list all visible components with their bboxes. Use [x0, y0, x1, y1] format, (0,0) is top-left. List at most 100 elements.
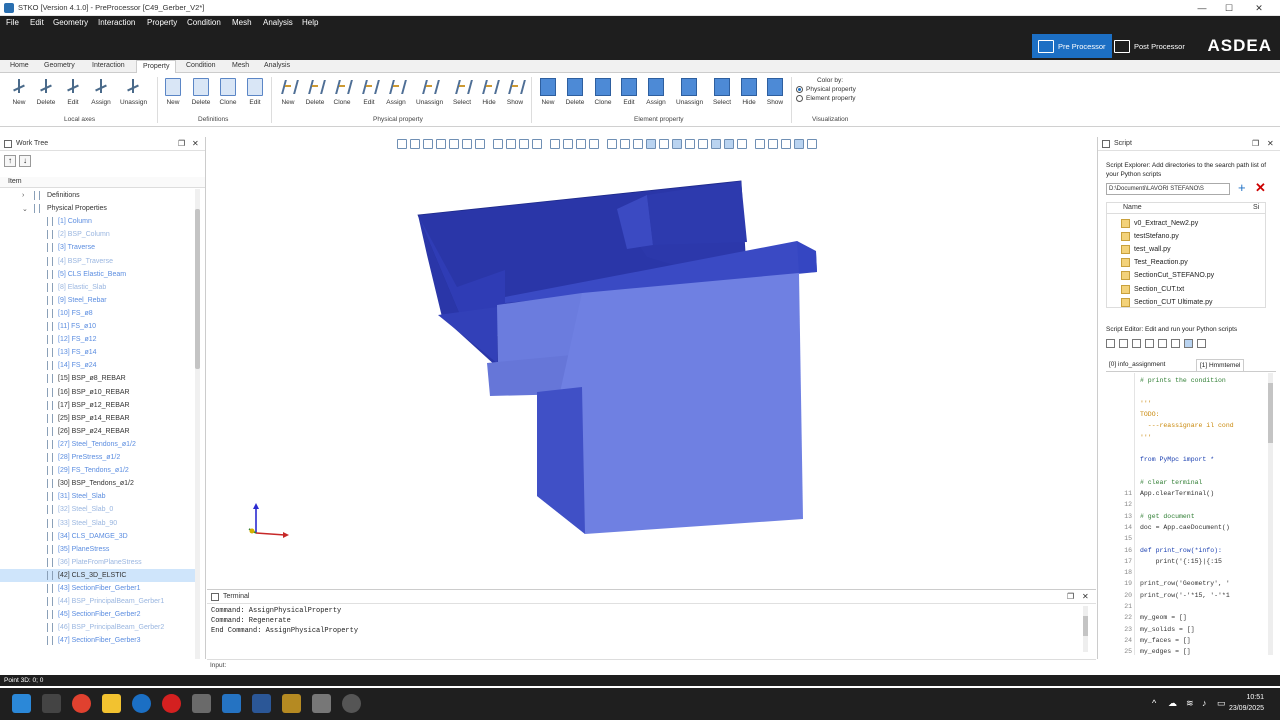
size-column-header[interactable]: Si — [1253, 204, 1259, 211]
tree-item[interactable]: ⌄ Physical Properties — [0, 202, 196, 215]
stko-task-icon[interactable] — [222, 694, 241, 713]
open-file-icon[interactable] — [1119, 339, 1128, 348]
tree-item[interactable]: [43] SectionFiber_Gerber1 — [0, 582, 196, 595]
close-button[interactable]: ✕ — [1252, 2, 1266, 14]
definitions-edit-button[interactable]: Edit — [242, 78, 268, 106]
physical-assign-button[interactable]: Assign — [383, 78, 409, 106]
tree-item[interactable]: [35] PlaneStress — [0, 543, 196, 556]
file-list-item[interactable]: testStefano.py — [1121, 230, 1179, 242]
local-axes-delete-button[interactable]: Delete — [33, 78, 59, 106]
float-icon[interactable]: ❐ — [1067, 592, 1074, 601]
tree-item[interactable]: [9] Steel_Rebar — [0, 294, 196, 307]
menu-mesh[interactable]: Mesh — [232, 18, 252, 27]
tab-mesh[interactable]: Mesh — [226, 62, 255, 69]
solid-model[interactable] — [417, 180, 817, 534]
tree-item[interactable]: [12] FS_ø12 — [0, 333, 196, 346]
tree-item[interactable]: [11] FS_ø10 — [0, 320, 196, 333]
save-icon[interactable] — [1132, 339, 1141, 348]
pre-processor-button[interactable]: Pre Processor — [1032, 34, 1112, 58]
color-by-element-radio[interactable]: Element property — [796, 95, 864, 102]
tab-geometry[interactable]: Geometry — [38, 62, 81, 69]
tree-item[interactable]: [30] BSP_Tendons_ø1/2 — [0, 477, 196, 490]
physical-clone-button[interactable]: Clone — [329, 78, 355, 106]
tree-item[interactable]: [2] BSP_Column — [0, 228, 196, 241]
tab-analysis[interactable]: Analysis — [258, 62, 296, 69]
menu-property[interactable]: Property — [147, 18, 177, 27]
remove-path-button[interactable]: ✕ — [1255, 181, 1266, 194]
new-file-icon[interactable] — [1106, 339, 1115, 348]
tree-item[interactable]: [25] BSP_ø14_REBAR — [0, 412, 196, 425]
move-up-icon[interactable]: ↑ — [4, 155, 16, 167]
tree-item[interactable]: [17] BSP_ø12_REBAR — [0, 399, 196, 412]
editor-tab[interactable]: [0] info_assignment — [1106, 361, 1168, 368]
cloud-icon[interactable]: ☁ — [1168, 698, 1177, 709]
menu-help[interactable]: Help — [302, 18, 318, 27]
tab-home[interactable]: Home — [4, 62, 35, 69]
tree-item[interactable]: [31] Steel_Slab — [0, 490, 196, 503]
close-icon[interactable]: ✕ — [1082, 592, 1089, 601]
definitions-delete-button[interactable]: Delete — [188, 78, 214, 106]
element-delete-button[interactable]: Delete — [562, 78, 588, 106]
minimize-button[interactable]: — — [1195, 2, 1209, 14]
tree-item[interactable]: [27] Steel_Tendons_ø1/2 — [0, 438, 196, 451]
chevron-down-icon[interactable]: ⌄ — [22, 205, 28, 213]
element-new-button[interactable]: New — [535, 78, 561, 106]
tree-item[interactable]: [13] FS_ø14 — [0, 346, 196, 359]
file-list-item[interactable]: v0_Extract_New2.py — [1121, 217, 1198, 229]
notes-icon[interactable] — [282, 694, 301, 713]
file-list-item[interactable]: Test_Reaction.py — [1121, 257, 1188, 269]
element-select-button[interactable]: Select — [709, 78, 735, 106]
add-path-button[interactable]: + — [1238, 181, 1246, 194]
terminal-input[interactable]: Input: — [207, 659, 1096, 670]
tab-condition[interactable]: Condition — [180, 62, 222, 69]
file-list-item[interactable]: Section_CUT Ultimate.py — [1121, 296, 1212, 307]
word-icon[interactable] — [252, 694, 271, 713]
app-task-icon[interactable] — [312, 694, 331, 713]
tree-item[interactable]: [3] Traverse — [0, 241, 196, 254]
element-unassign-button[interactable]: Unassign — [676, 78, 703, 106]
element-show-button[interactable]: Show — [762, 78, 788, 106]
local-axes-new-button[interactable]: New — [6, 78, 32, 106]
terminal-scrollbar[interactable] — [1083, 606, 1088, 652]
tray-chevron-icon[interactable]: ^ — [1152, 698, 1156, 708]
name-column-header[interactable]: Name — [1123, 204, 1142, 211]
float-icon[interactable]: ❐ — [178, 139, 185, 148]
menu-condition[interactable]: Condition — [187, 18, 221, 27]
explorer-icon[interactable] — [102, 694, 121, 713]
steam-icon[interactable] — [342, 694, 361, 713]
tree-item[interactable]: [32] Steel_Slab_0 — [0, 503, 196, 516]
element-assign-button[interactable]: Assign — [643, 78, 669, 106]
local-axes-assign-button[interactable]: Assign — [88, 78, 114, 106]
definitions-new-button[interactable]: New — [160, 78, 186, 106]
file-list-item[interactable]: SectionCut_STEFANO.py — [1121, 270, 1214, 282]
snip-icon[interactable] — [192, 694, 211, 713]
tree-item[interactable]: [26] BSP_ø24_REBAR — [0, 425, 196, 438]
script-path-select[interactable]: D:\Documenti\LAVORI STEFANO\S — [1106, 183, 1230, 195]
tree-item[interactable]: [47] SectionFiber_Gerber3 — [0, 634, 196, 647]
physical-show-button[interactable]: Show — [502, 78, 528, 106]
post-processor-button[interactable]: Post Processor — [1108, 34, 1191, 58]
tree-scrollbar[interactable] — [195, 189, 200, 659]
scroll-thumb[interactable] — [195, 209, 200, 369]
physical-hide-button[interactable]: Hide — [476, 78, 502, 106]
battery-icon[interactable]: ▭ — [1217, 698, 1226, 709]
tree-item[interactable]: [42] CLS_3D_ELSTIC — [0, 568, 196, 582]
start-icon[interactable] — [12, 694, 31, 713]
definitions-clone-button[interactable]: Clone — [215, 78, 241, 106]
browser-icon[interactable] — [132, 694, 151, 713]
tree-item[interactable]: [33] Steel_Slab_90 — [0, 517, 196, 530]
code-editor[interactable]: # prints the condition ''' TODO: ---reassi… — [1106, 373, 1266, 655]
chrome-icon[interactable] — [72, 694, 91, 713]
tab-property[interactable]: Property — [136, 60, 177, 73]
system-clock[interactable]: 10:51 23/09/2025 — [1229, 692, 1264, 714]
editor-tab-active[interactable]: [1] Hmmtemel — [1196, 359, 1245, 371]
local-axes-edit-button[interactable]: Edit — [60, 78, 86, 106]
element-hide-button[interactable]: Hide — [736, 78, 762, 106]
tree-item[interactable]: [16] BSP_ø10_REBAR — [0, 386, 196, 399]
opera-icon[interactable] — [162, 694, 181, 713]
menu-geometry[interactable]: Geometry — [53, 18, 88, 27]
chevron-right-icon[interactable]: › — [22, 192, 24, 199]
tree-item[interactable]: [4] BSP_Traverse — [0, 255, 196, 268]
float-icon[interactable]: ❐ — [1252, 139, 1259, 148]
redo-icon[interactable] — [1171, 339, 1180, 348]
